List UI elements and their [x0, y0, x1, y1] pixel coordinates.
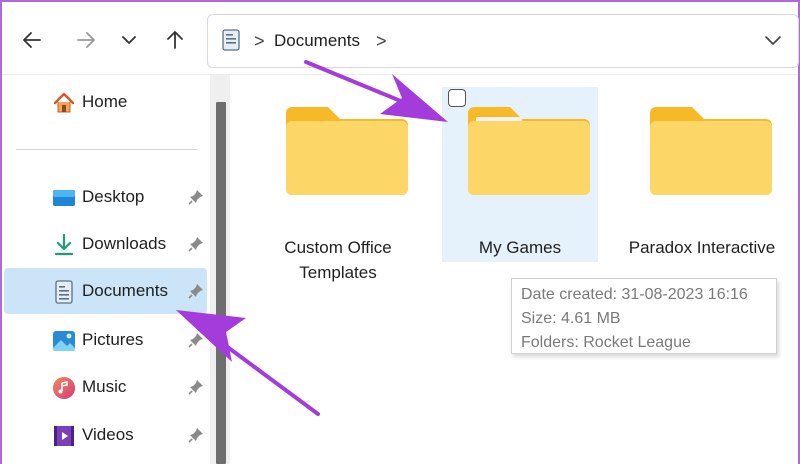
folder-name: Custom Office Templates: [284, 238, 392, 282]
forward-arrow-icon: [77, 32, 95, 48]
sidebar-item-downloads[interactable]: Downloads: [4, 221, 207, 267]
document-icon: [222, 29, 240, 51]
up-arrow-icon: [167, 31, 183, 49]
back-arrow-icon: [23, 32, 41, 48]
forward-button[interactable]: [70, 22, 102, 58]
chevron-right-icon[interactable]: >: [376, 31, 387, 52]
desktop-icon: [53, 190, 75, 206]
pin-icon[interactable]: [188, 427, 204, 443]
tooltip-size: Size: 4.61 MB: [521, 310, 621, 327]
sidebar-item-videos[interactable]: Videos: [4, 412, 207, 458]
pin-icon[interactable]: [188, 236, 204, 252]
pin-icon[interactable]: [188, 379, 204, 395]
pictures-icon: [53, 331, 75, 351]
tooltip-folders: Folders: Rocket League: [521, 334, 691, 351]
folder-icon: [286, 107, 408, 195]
tooltip-date-created: Date created: 31-08-2023 16:16: [521, 286, 748, 303]
sidebar-item-label: Pictures: [82, 330, 144, 349]
sidebar-item-pictures[interactable]: Pictures: [4, 317, 207, 363]
folder-custom-office-templates[interactable]: Custom Office Templates: [260, 87, 416, 282]
sidebar-item-label: Videos: [82, 425, 134, 444]
sidebar-divider: [16, 149, 198, 150]
sidebar-item-music[interactable]: Music: [4, 364, 207, 410]
back-button[interactable]: [16, 22, 48, 58]
folder-my-games[interactable]: My Games: [442, 87, 598, 262]
select-checkbox[interactable]: [448, 89, 466, 107]
music-icon: [53, 377, 75, 399]
sidebar-item-home[interactable]: Home: [4, 79, 207, 125]
folder-info-tooltip: Date created: 31-08-2023 16:16 Size: 4.6…: [511, 278, 777, 354]
home-icon: [53, 92, 75, 113]
chevron-down-icon[interactable]: [764, 33, 782, 47]
pin-icon[interactable]: [188, 189, 204, 205]
sidebar-item-documents[interactable]: Documents: [4, 268, 207, 314]
sidebar-item-label: Home: [82, 92, 128, 111]
folder-name: Paradox Interactive: [628, 238, 776, 257]
sidebar-scrollbar-thumb[interactable]: [216, 102, 226, 464]
folder-name: My Games: [478, 238, 562, 257]
sidebar-item-label: Desktop: [82, 187, 145, 206]
chevron-right-icon: >: [254, 31, 265, 51]
address-bar[interactable]: > Documents >: [207, 14, 799, 68]
pin-icon[interactable]: [188, 332, 204, 348]
sidebar-item-label: Music: [82, 377, 127, 396]
frame-border-top: [0, 0, 800, 2]
download-icon: [54, 233, 74, 256]
folder-icon: [650, 107, 772, 195]
sidebar-item-desktop[interactable]: Desktop: [4, 174, 207, 220]
sidebar-item-label: Documents: [82, 281, 168, 300]
recent-chevron-icon: [122, 36, 136, 44]
breadcrumb-documents[interactable]: Documents: [274, 31, 360, 51]
document-icon: [55, 280, 73, 304]
recent-locations-button[interactable]: [113, 22, 145, 58]
pin-icon[interactable]: [188, 283, 204, 299]
folder-icon: [468, 107, 590, 195]
navigation-pane: Home Desktop Downloads Documents Picture…: [2, 75, 230, 464]
up-button[interactable]: [159, 22, 191, 58]
folder-paradox-interactive[interactable]: Paradox Interactive: [624, 87, 780, 262]
videos-icon: [54, 426, 74, 446]
sidebar-item-label: Downloads: [82, 234, 167, 253]
